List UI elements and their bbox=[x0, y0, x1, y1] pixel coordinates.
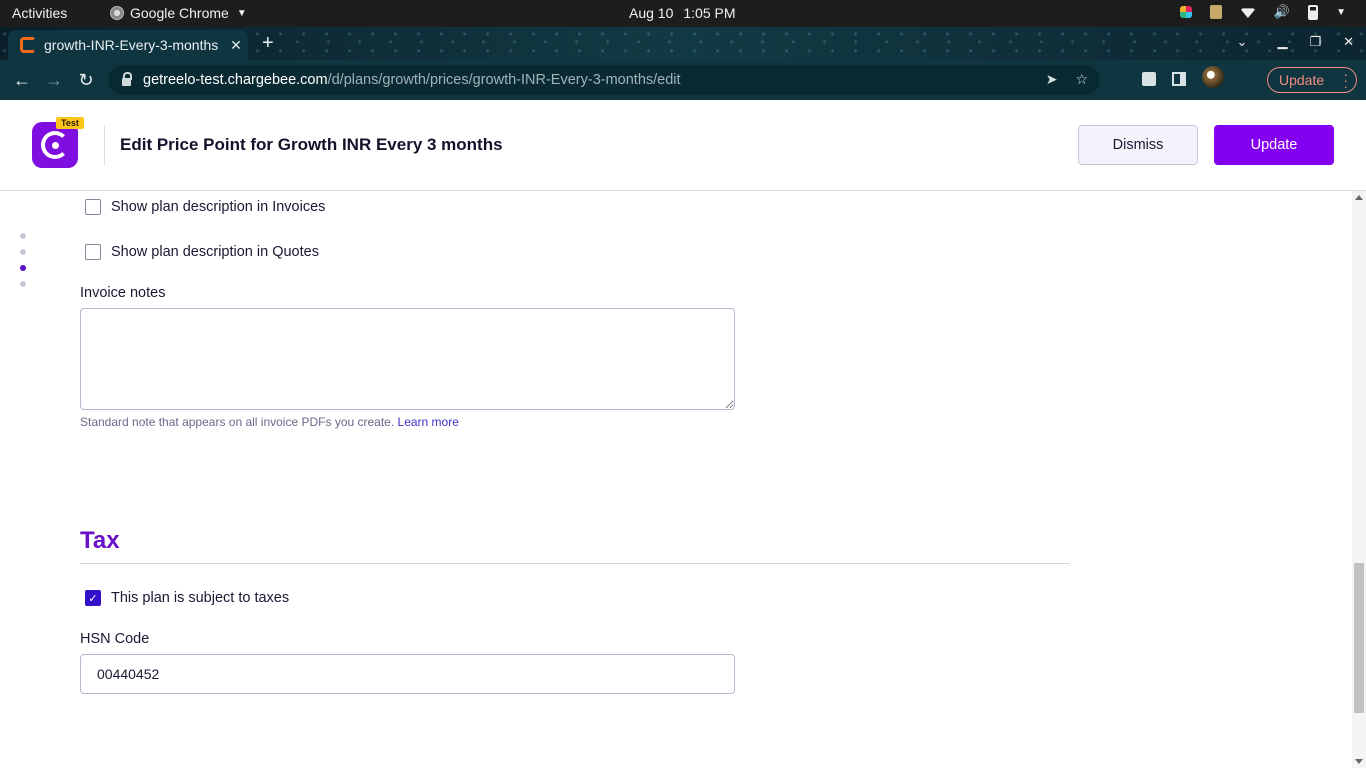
close-tab-icon[interactable]: ✕ bbox=[224, 37, 248, 54]
dismiss-button[interactable]: Dismiss bbox=[1078, 125, 1198, 165]
send-icon[interactable]: ➤ bbox=[1046, 71, 1058, 88]
minimize-icon[interactable]: ▁ bbox=[1277, 34, 1287, 50]
address-bar[interactable]: getreelo-test.chargebee.com/d/plans/grow… bbox=[108, 65, 1100, 95]
browser-tab-strip: growth-INR-Every-3-months ✕ + ⌄ ▁ ❐ ✕ bbox=[0, 27, 1366, 60]
tab-title: growth-INR-Every-3-months bbox=[44, 37, 224, 53]
show-desc-quotes-checkbox[interactable] bbox=[85, 244, 101, 260]
url-host: getreelo-test.chargebee.com bbox=[143, 72, 328, 88]
scroll-down-arrow-icon[interactable] bbox=[1355, 759, 1363, 764]
browser-tab-active[interactable]: growth-INR-Every-3-months ✕ bbox=[8, 30, 248, 60]
forward-arrow-icon[interactable]: → bbox=[38, 70, 70, 91]
chargebee-favicon-icon bbox=[20, 37, 36, 53]
extensions-puzzle-icon[interactable] bbox=[1142, 72, 1156, 86]
back-arrow-icon[interactable]: ← bbox=[6, 70, 38, 91]
step-dot-active[interactable] bbox=[20, 265, 26, 271]
battery-icon bbox=[1308, 5, 1318, 20]
invoice-notes-help-text: Standard note that appears on all invoic… bbox=[80, 415, 394, 429]
url-path: /d/plans/growth/prices/growth-INR-Every-… bbox=[328, 72, 681, 88]
power-menu-caret-icon: ▼ bbox=[1336, 7, 1346, 18]
invoice-notes-help: Standard note that appears on all invoic… bbox=[80, 415, 459, 429]
main-content: Show plan description in Invoices Show p… bbox=[0, 191, 1352, 768]
subject-to-taxes-checkbox[interactable]: ✓ bbox=[85, 590, 101, 606]
show-desc-invoices-row[interactable]: Show plan description in Invoices bbox=[85, 199, 325, 215]
profile-avatar[interactable] bbox=[1202, 66, 1224, 88]
subject-to-taxes-row[interactable]: ✓ This plan is subject to taxes bbox=[85, 590, 289, 606]
browser-toolbar: ← → ↻ getreelo-test.chargebee.com/d/plan… bbox=[0, 60, 1366, 100]
tax-section-divider bbox=[80, 563, 1070, 564]
tab-search-icon[interactable]: ⌄ bbox=[1237, 34, 1248, 50]
omnibox-actions: ➤ ☆ bbox=[1046, 71, 1088, 88]
app-menu[interactable]: Google Chrome ▼ bbox=[110, 5, 247, 21]
side-panel-icon[interactable] bbox=[1172, 72, 1186, 86]
hsn-code-input[interactable] bbox=[80, 654, 735, 694]
show-desc-invoices-checkbox[interactable] bbox=[85, 199, 101, 215]
show-desc-invoices-label: Show plan description in Invoices bbox=[111, 199, 325, 215]
activities-button[interactable]: Activities bbox=[12, 5, 67, 21]
extension-icons bbox=[1142, 70, 1224, 88]
learn-more-link[interactable]: Learn more bbox=[398, 415, 459, 429]
subject-to-taxes-label: This plan is subject to taxes bbox=[111, 590, 289, 606]
hsn-code-label: HSN Code bbox=[80, 631, 149, 647]
caret-down-icon: ▼ bbox=[237, 8, 247, 19]
volume-icon: 🔊 bbox=[1274, 4, 1290, 20]
time: 1:05 PM bbox=[683, 5, 735, 21]
page-scrollbar[interactable] bbox=[1352, 191, 1366, 768]
system-tray[interactable]: 🔊 ▼ bbox=[1180, 4, 1346, 20]
invoice-notes-label: Invoice notes bbox=[80, 285, 165, 301]
scroll-up-arrow-icon[interactable] bbox=[1355, 195, 1363, 200]
test-badge: Test bbox=[56, 117, 84, 129]
chrome-icon bbox=[110, 6, 124, 20]
invoice-notes-textarea[interactable] bbox=[80, 308, 735, 410]
page-header: Test Edit Price Point for Growth INR Eve… bbox=[0, 100, 1366, 191]
reload-icon[interactable]: ↻ bbox=[70, 70, 102, 91]
chrome-update-button[interactable]: Update ··· bbox=[1267, 67, 1357, 93]
kebab-menu-icon[interactable]: ··· bbox=[1343, 71, 1348, 89]
lock-icon[interactable] bbox=[122, 78, 131, 86]
date: Aug 10 bbox=[629, 5, 673, 21]
clock[interactable]: Aug 10 1:05 PM bbox=[629, 5, 736, 21]
header-divider bbox=[104, 125, 105, 165]
page-title: Edit Price Point for Growth INR Every 3 … bbox=[120, 135, 503, 155]
os-top-bar: Activities Google Chrome ▼ Aug 10 1:05 P… bbox=[0, 0, 1366, 27]
new-tab-icon[interactable]: + bbox=[262, 32, 274, 55]
window-controls: ⌄ ▁ ❐ ✕ bbox=[1237, 34, 1354, 50]
show-desc-quotes-label: Show plan description in Quotes bbox=[111, 244, 319, 260]
update-button[interactable]: Update bbox=[1214, 125, 1334, 165]
show-desc-quotes-row[interactable]: Show plan description in Quotes bbox=[85, 244, 319, 260]
app-name: Google Chrome bbox=[130, 5, 229, 21]
chrome-update-label: Update bbox=[1279, 72, 1324, 88]
section-progress-dots bbox=[20, 233, 26, 287]
scrollbar-thumb[interactable] bbox=[1354, 563, 1364, 713]
slack-icon[interactable] bbox=[1180, 6, 1192, 18]
step-dot[interactable] bbox=[20, 249, 26, 255]
step-dot[interactable] bbox=[20, 233, 26, 239]
tax-section-title: Tax bbox=[80, 527, 120, 555]
bookmark-star-icon[interactable]: ☆ bbox=[1075, 71, 1088, 88]
close-window-icon[interactable]: ✕ bbox=[1343, 34, 1354, 50]
step-dot[interactable] bbox=[20, 281, 26, 287]
maximize-icon[interactable]: ❐ bbox=[1309, 34, 1321, 50]
wifi-icon bbox=[1240, 6, 1256, 18]
clipboard-icon[interactable] bbox=[1210, 5, 1222, 19]
